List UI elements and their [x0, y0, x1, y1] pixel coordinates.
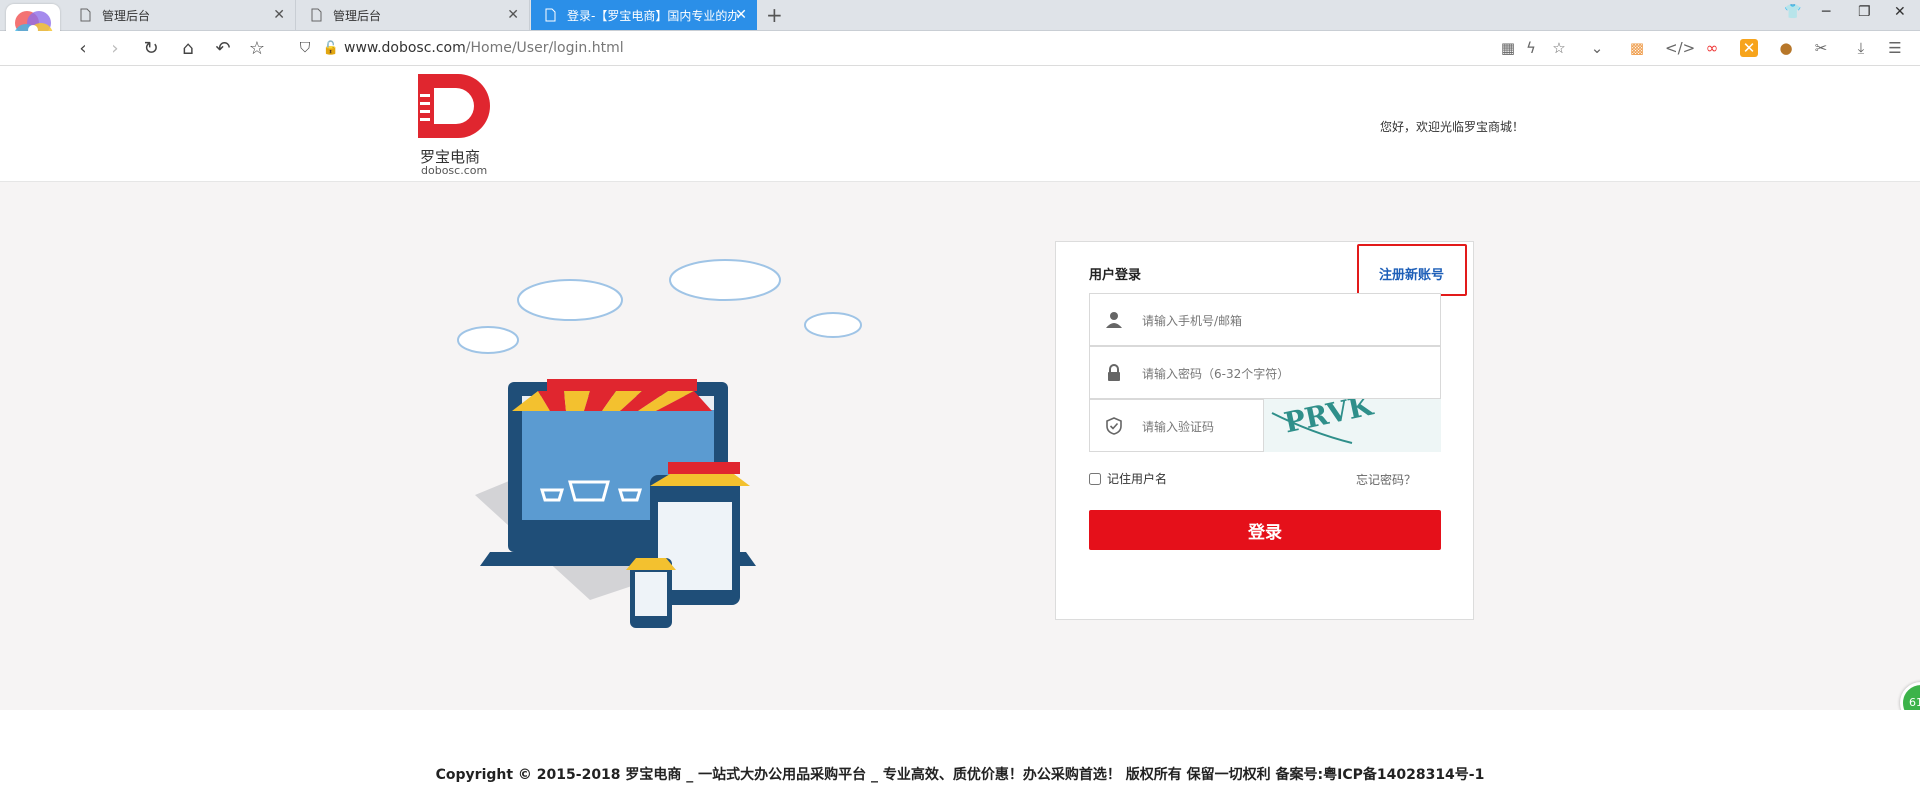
- register-label[interactable]: 注册新账号: [1379, 264, 1444, 283]
- copyright-text: Copyright © 2015-2018 罗宝电商 _ 一站式大办公用品采购平…: [435, 767, 1485, 783]
- captcha-field[interactable]: [1089, 399, 1264, 452]
- tab-admin-2[interactable]: 管理后台 ✕: [297, 0, 530, 30]
- browser-nav-bar: ‹ › ↻ ⌂ ↶ ☆ ⛉ 🔓 www.dobosc.com/Home/User…: [0, 31, 1920, 66]
- password-field[interactable]: [1089, 346, 1441, 399]
- cookie-icon[interactable]: ●: [1777, 39, 1795, 57]
- favorite-star-icon[interactable]: ☆: [1550, 39, 1568, 57]
- close-icon[interactable]: ✕: [735, 7, 747, 23]
- shield-icon[interactable]: ⛉: [294, 37, 316, 59]
- brand-site: dobosc.com: [421, 164, 488, 177]
- captcha-image[interactable]: PRVK: [1264, 399, 1441, 452]
- shield-check-icon: [1106, 417, 1122, 435]
- insecure-lock-icon[interactable]: 🔓: [320, 37, 342, 59]
- welcome-text: 您好，欢迎光临罗宝商城！: [1380, 120, 1525, 134]
- code-icon[interactable]: </>: [1665, 39, 1695, 57]
- tab-admin-1[interactable]: 管理后台 ✕: [66, 0, 296, 30]
- tab-label: 管理后台: [102, 8, 151, 23]
- password-input[interactable]: [1140, 362, 1424, 386]
- restore-icon[interactable]: ❐: [1858, 4, 1871, 20]
- shop-illustration: [457, 259, 862, 628]
- remember-checkbox[interactable]: [1089, 472, 1101, 485]
- captcha-input[interactable]: [1140, 415, 1264, 439]
- close-icon[interactable]: ✕: [273, 7, 285, 23]
- menu-icon[interactable]: ☰: [1886, 39, 1904, 57]
- skin-icon[interactable]: 👕: [1784, 4, 1801, 20]
- apps-grid-icon[interactable]: ▩: [1628, 39, 1646, 57]
- site-header: 罗宝电商 dobosc.com 您好，欢迎光临罗宝商城！: [0, 66, 1920, 182]
- username-field[interactable]: [1089, 293, 1441, 346]
- remember-username[interactable]: 记住用户名: [1089, 470, 1167, 487]
- undo-icon[interactable]: ↶: [212, 37, 234, 59]
- username-input[interactable]: [1140, 309, 1424, 333]
- bookmark-star-icon[interactable]: ☆: [246, 37, 268, 59]
- lock-icon: [1108, 364, 1120, 381]
- login-button[interactable]: 登录: [1089, 510, 1441, 550]
- reload-icon[interactable]: ↻: [140, 37, 162, 59]
- remember-label: 记住用户名: [1107, 472, 1168, 486]
- document-icon: [311, 8, 322, 22]
- tab-login-active[interactable]: 登录-【罗宝电商】国内专业的办 ✕: [531, 0, 757, 30]
- document-icon: [80, 8, 91, 22]
- qr-code-icon[interactable]: ▦: [1499, 39, 1517, 57]
- login-title: 用户登录: [1089, 268, 1142, 283]
- login-panel: 用户登录 注册新账号 PRVK 记住用户名 忘记密码？ 登录: [1055, 241, 1474, 620]
- infinity-icon[interactable]: ∞: [1703, 39, 1721, 57]
- home-icon[interactable]: ⌂: [177, 37, 199, 59]
- lightning-icon[interactable]: ϟ: [1522, 39, 1540, 57]
- site-footer: Copyright © 2015-2018 罗宝电商 _ 一站式大办公用品采购平…: [0, 710, 1920, 811]
- minimize-icon[interactable]: ─: [1822, 4, 1830, 20]
- close-window-icon[interactable]: ✕: [1894, 4, 1906, 20]
- register-link[interactable]: 注册新账号: [1357, 244, 1467, 296]
- back-icon[interactable]: ‹: [72, 37, 94, 59]
- x-extension-icon[interactable]: ✕: [1740, 39, 1758, 57]
- forward-icon[interactable]: ›: [104, 37, 126, 59]
- url-domain: www.dobosc.com: [344, 40, 466, 56]
- browser-tab-bar: 管理后台 ✕ 管理后台 ✕ 登录-【罗宝电商】国内专业的办 ✕ + 👕 ─ ❐ …: [0, 0, 1920, 31]
- url-path: /Home/User/login.html: [465, 40, 624, 56]
- tab-label: 登录-【罗宝电商】国内专业的办: [567, 8, 740, 23]
- logo-d-icon: [418, 74, 490, 138]
- user-icon: [1106, 312, 1122, 328]
- download-icon[interactable]: ⤓: [1852, 39, 1870, 57]
- scissors-icon[interactable]: ✂: [1812, 39, 1830, 57]
- address-bar[interactable]: www.dobosc.com/Home/User/login.html: [344, 40, 624, 56]
- new-tab-icon[interactable]: +: [766, 3, 783, 27]
- main-content: [0, 182, 1920, 710]
- forgot-password-link[interactable]: 忘记密码？: [1356, 471, 1416, 488]
- tab-label: 管理后台: [333, 8, 382, 23]
- chevron-down-icon[interactable]: ⌄: [1588, 39, 1606, 57]
- close-icon[interactable]: ✕: [507, 7, 519, 23]
- document-icon: [545, 8, 556, 22]
